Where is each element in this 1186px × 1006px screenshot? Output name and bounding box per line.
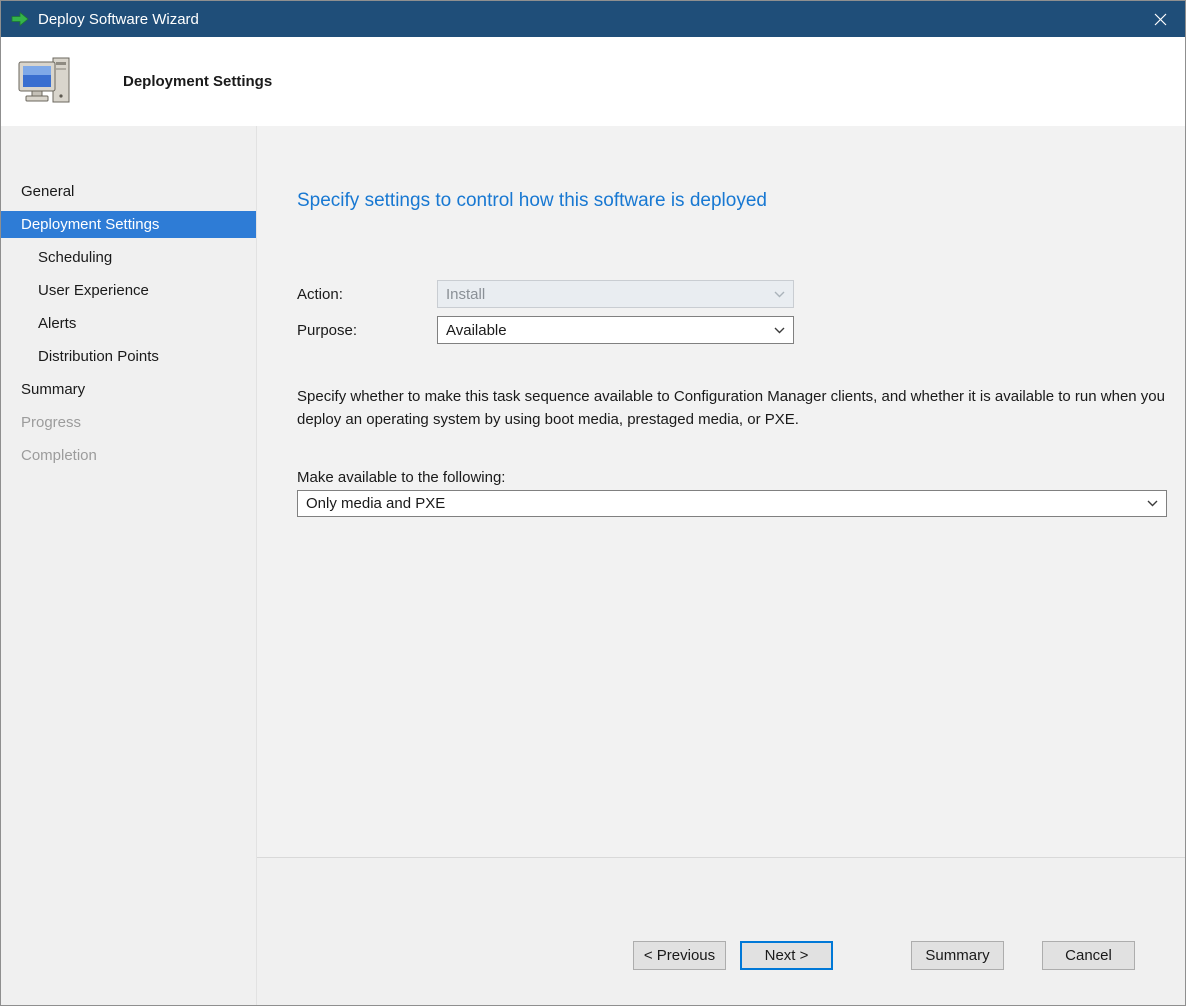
chevron-down-icon <box>774 327 785 334</box>
action-label: Action: <box>297 286 437 303</box>
deployment-settings-panel: Specify settings to control how this sof… <box>257 126 1185 857</box>
page-title: Deployment Settings <box>123 73 272 90</box>
wizard-header: Deployment Settings <box>1 37 1185 126</box>
availability-select[interactable]: Only media and PXE <box>297 490 1167 517</box>
content-heading: Specify settings to control how this sof… <box>297 190 1167 212</box>
purpose-select[interactable]: Available <box>437 316 794 344</box>
summary-button[interactable]: Summary <box>911 941 1004 970</box>
action-value: Install <box>446 286 768 303</box>
titlebar: Deploy Software Wizard <box>1 1 1185 37</box>
sidebar-item-scheduling[interactable]: Scheduling <box>1 244 256 271</box>
close-button[interactable] <box>1147 6 1173 32</box>
sidebar-item-distribution-points[interactable]: Distribution Points <box>1 343 256 370</box>
sidebar-item-completion: Completion <box>1 442 256 469</box>
sidebar-item-progress: Progress <box>1 409 256 436</box>
computer-icon <box>17 55 73 109</box>
action-select: Install <box>437 280 794 308</box>
wizard-nav-sidebar: General Deployment Settings Scheduling U… <box>1 126 257 1005</box>
purpose-label: Purpose: <box>297 322 437 339</box>
sidebar-item-user-experience[interactable]: User Experience <box>1 277 256 304</box>
availability-value: Only media and PXE <box>306 495 1141 512</box>
chevron-down-icon <box>1147 500 1158 507</box>
sidebar-item-summary[interactable]: Summary <box>1 376 256 403</box>
purpose-value: Available <box>446 322 768 339</box>
sidebar-item-general[interactable]: General <box>1 178 256 205</box>
wizard-footer: < Previous Next > Summary Cancel <box>257 857 1185 1005</box>
window-title: Deploy Software Wizard <box>38 11 1147 28</box>
make-available-label: Make available to the following: <box>297 469 1167 486</box>
next-button[interactable]: Next > <box>740 941 833 970</box>
content-column: Specify settings to control how this sof… <box>257 126 1185 1005</box>
deploy-software-wizard-window: Deploy Software Wizard <box>0 0 1186 1006</box>
availability-description: Specify whether to make this task sequen… <box>297 386 1167 431</box>
wizard-arrow-icon <box>11 11 29 27</box>
close-icon <box>1154 13 1167 26</box>
chevron-down-icon <box>774 291 785 298</box>
cancel-button[interactable]: Cancel <box>1042 941 1135 970</box>
action-row: Action: Install <box>297 280 1167 308</box>
sidebar-item-alerts[interactable]: Alerts <box>1 310 256 337</box>
wizard-body: General Deployment Settings Scheduling U… <box>1 126 1185 1005</box>
previous-button[interactable]: < Previous <box>633 941 726 970</box>
purpose-row: Purpose: Available <box>297 316 1167 344</box>
sidebar-item-deployment-settings[interactable]: Deployment Settings <box>1 211 256 238</box>
